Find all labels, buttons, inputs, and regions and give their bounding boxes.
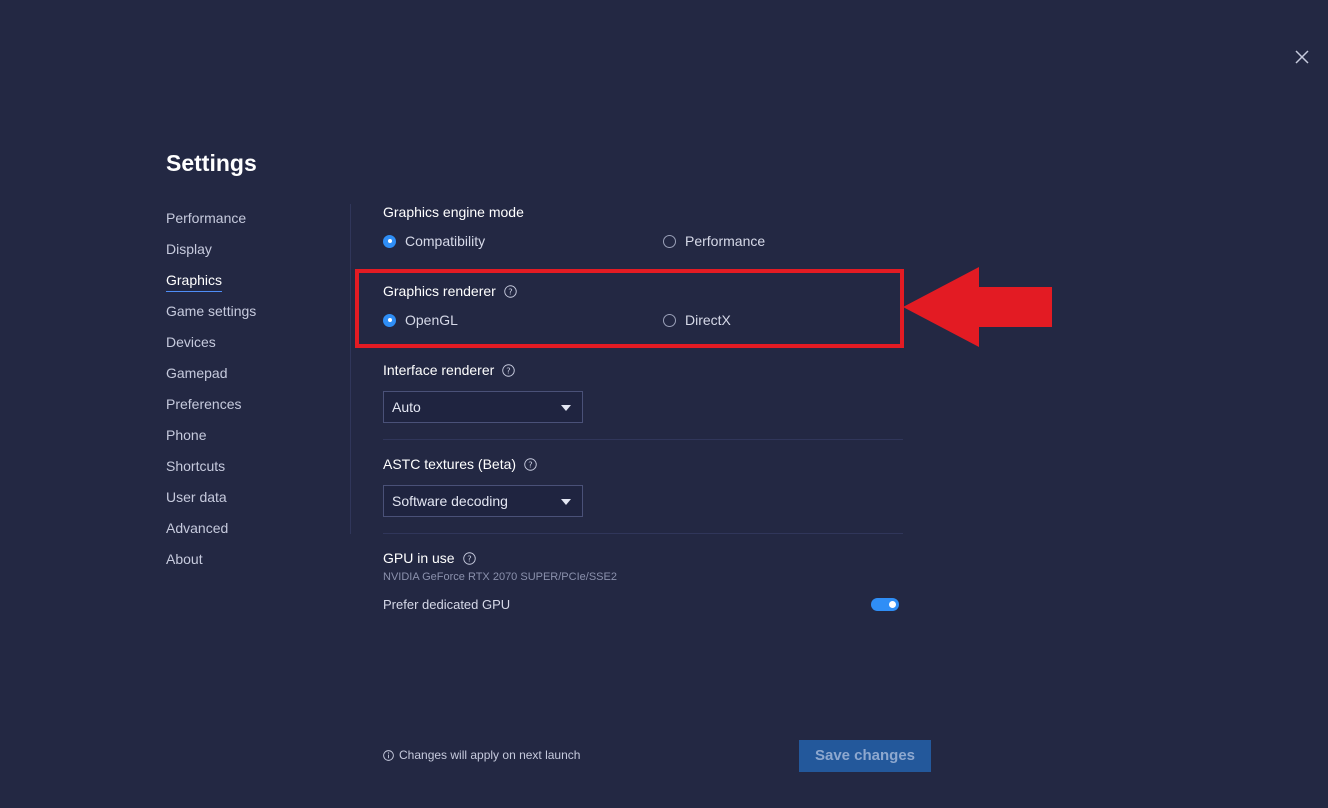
engine-mode-title-text: Graphics engine mode: [383, 204, 524, 220]
sidebar-item-game-settings[interactable]: Game settings: [166, 301, 346, 332]
gpu-name: NVIDIA GeForce RTX 2070 SUPER/PCIe/SSE2: [383, 571, 617, 583]
sidebar-item-shortcuts[interactable]: Shortcuts: [166, 456, 346, 487]
svg-text:?: ?: [507, 365, 511, 375]
sidebar-divider: [350, 204, 351, 534]
chevron-down-icon: [561, 405, 571, 411]
sidebar-item-performance[interactable]: Performance: [166, 208, 346, 239]
chevron-down-icon: [561, 499, 571, 505]
svg-text:?: ?: [528, 459, 532, 469]
section-divider: [383, 533, 903, 534]
sidebar-item-label: Display: [166, 241, 212, 257]
sidebar-item-label: Performance: [166, 210, 247, 226]
sidebar-item-label: About: [166, 551, 203, 567]
gpu-title-text: GPU in use: [383, 550, 455, 566]
sidebar-item-gamepad[interactable]: Gamepad: [166, 363, 346, 394]
radio-performance[interactable]: Performance: [663, 233, 765, 249]
annotation-arrow-icon: [903, 267, 1052, 347]
sidebar-item-label: Advanced: [166, 520, 229, 536]
radio-label: Performance: [685, 233, 766, 249]
sidebar-item-label: Devices: [166, 334, 216, 350]
engine-mode-title: Graphics engine mode: [383, 204, 524, 220]
section-divider: [383, 439, 903, 440]
annotation-highlight-box: [355, 269, 904, 348]
sidebar-item-phone[interactable]: Phone: [166, 425, 346, 456]
page-title: Settings: [166, 150, 257, 176]
sidebar-item-advanced[interactable]: Advanced: [166, 518, 346, 549]
sidebar-item-label: Game settings: [166, 303, 257, 319]
footer-note: Changes will apply on next launch: [383, 748, 580, 762]
svg-text:?: ?: [467, 553, 471, 563]
radio-checked-icon: [383, 234, 396, 248]
sidebar-item-label: Phone: [166, 427, 207, 443]
close-icon: [1295, 50, 1309, 64]
gpu-title: GPU in use ?: [383, 550, 476, 566]
interface-renderer-select[interactable]: Auto: [383, 391, 583, 423]
info-icon: [383, 749, 394, 761]
select-value: Auto: [392, 399, 421, 415]
prefer-dedicated-gpu-label: Prefer dedicated GPU: [383, 597, 511, 612]
sidebar-item-user-data[interactable]: User data: [166, 487, 346, 518]
interface-renderer-title-text: Interface renderer: [383, 362, 495, 378]
save-button[interactable]: Save changes: [799, 740, 931, 772]
help-icon[interactable]: ?: [462, 551, 476, 565]
close-button[interactable]: [1292, 47, 1312, 67]
sidebar-item-about[interactable]: About: [166, 549, 346, 580]
help-icon[interactable]: ?: [524, 457, 537, 471]
sidebar-item-label: User data: [166, 489, 227, 505]
sidebar: Performance Display Graphics Game settin…: [166, 208, 346, 580]
sidebar-item-display[interactable]: Display: [166, 239, 346, 270]
radio-label: Compatibility: [405, 233, 486, 249]
radio-compatibility[interactable]: Compatibility: [383, 233, 485, 249]
prefer-dedicated-gpu-toggle[interactable]: [871, 598, 899, 611]
astc-select[interactable]: Software decoding: [383, 485, 583, 517]
astc-title-text: ASTC textures (Beta): [383, 456, 517, 472]
sidebar-item-label: Graphics: [166, 270, 223, 292]
footer-note-text: Changes will apply on next launch: [399, 748, 581, 762]
toggle-knob: [889, 601, 896, 608]
select-value: Software decoding: [392, 493, 508, 509]
interface-renderer-title: Interface renderer ?: [383, 362, 516, 378]
sidebar-item-graphics[interactable]: Graphics: [166, 270, 346, 301]
sidebar-item-label: Shortcuts: [166, 458, 226, 474]
sidebar-item-label: Gamepad: [166, 365, 228, 381]
sidebar-item-devices[interactable]: Devices: [166, 332, 346, 363]
sidebar-item-preferences[interactable]: Preferences: [166, 394, 346, 425]
radio-unchecked-icon: [663, 234, 676, 248]
astc-title: ASTC textures (Beta) ?: [383, 456, 537, 472]
help-icon[interactable]: ?: [502, 363, 516, 377]
sidebar-item-label: Preferences: [166, 396, 242, 412]
